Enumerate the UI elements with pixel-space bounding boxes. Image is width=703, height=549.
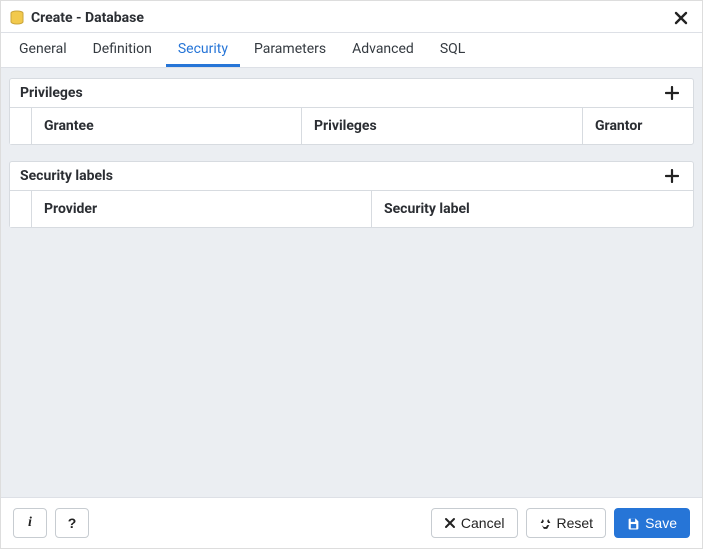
- save-button[interactable]: Save: [614, 508, 690, 538]
- reset-label: Reset: [557, 516, 594, 530]
- privileges-section: Privileges Grantee Privileges Grantor: [9, 78, 694, 145]
- security-labels-lead-cell: [10, 191, 32, 227]
- tab-definition[interactable]: Definition: [81, 33, 164, 67]
- security-labels-grid-header: Provider Security label: [10, 191, 693, 227]
- tab-general[interactable]: General: [7, 33, 79, 67]
- tab-bar: General Definition Security Parameters A…: [1, 33, 702, 68]
- security-labels-section: Security labels Provider Security label: [9, 161, 694, 228]
- privileges-col-grantor: Grantor: [583, 108, 693, 144]
- add-privilege-button[interactable]: [661, 86, 683, 100]
- dialog-title: Create - Database: [31, 10, 144, 26]
- help-icon: ?: [68, 516, 77, 530]
- cancel-label: Cancel: [461, 516, 505, 530]
- close-icon: [444, 517, 456, 529]
- close-icon[interactable]: [670, 9, 692, 27]
- cancel-button[interactable]: Cancel: [431, 508, 518, 538]
- security-labels-header: Security labels: [10, 162, 693, 191]
- add-security-label-button[interactable]: [661, 169, 683, 183]
- info-icon: i: [28, 516, 32, 530]
- dialog-footer: i ? Cancel Reset: [1, 497, 702, 548]
- privileges-lead-cell: [10, 108, 32, 144]
- security-labels-col-provider: Provider: [32, 191, 372, 227]
- recycle-icon: [539, 517, 552, 530]
- database-icon: [9, 10, 25, 26]
- privileges-title: Privileges: [20, 85, 83, 101]
- privileges-grid-header: Grantee Privileges Grantor: [10, 108, 693, 144]
- tab-parameters[interactable]: Parameters: [242, 33, 338, 67]
- security-labels-title: Security labels: [20, 168, 113, 184]
- dialog-body: Privileges Grantee Privileges Grantor Se…: [1, 68, 702, 497]
- help-button[interactable]: ?: [55, 508, 89, 538]
- info-button[interactable]: i: [13, 508, 47, 538]
- titlebar: Create - Database: [1, 1, 702, 33]
- security-labels-col-label: Security label: [372, 191, 693, 227]
- save-label: Save: [645, 516, 677, 530]
- privileges-col-grantee: Grantee: [32, 108, 302, 144]
- create-database-dialog: Create - Database General Definition Sec…: [0, 0, 703, 549]
- save-icon: [627, 517, 640, 530]
- privileges-header: Privileges: [10, 79, 693, 108]
- tab-sql[interactable]: SQL: [428, 33, 477, 67]
- tab-security[interactable]: Security: [166, 33, 240, 67]
- reset-button[interactable]: Reset: [526, 508, 607, 538]
- privileges-col-privileges: Privileges: [302, 108, 583, 144]
- tab-advanced[interactable]: Advanced: [340, 33, 426, 67]
